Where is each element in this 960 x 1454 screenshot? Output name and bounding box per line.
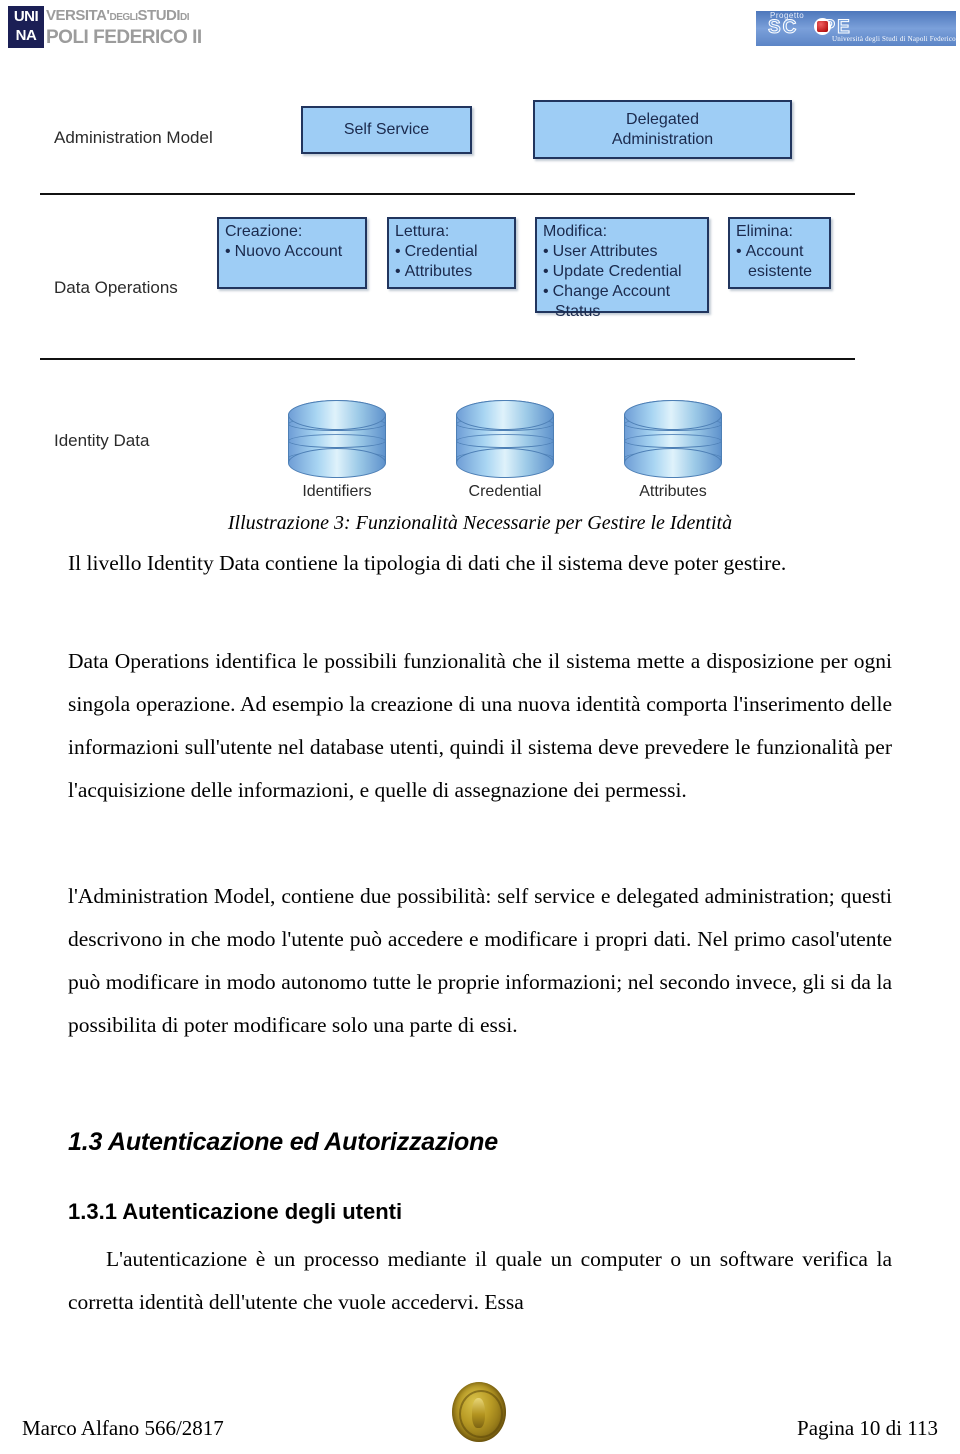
heading-section-1-3: 1.3 Autenticazione ed Autorizzazione [68, 1128, 498, 1156]
unina-logo-mark: UNI NA [8, 6, 44, 48]
diagram-divider-bottom [40, 358, 855, 360]
list-item: Nuovo Account [225, 242, 360, 262]
diagram-box-delegated-administration-label-line2: Administration [611, 130, 714, 148]
heading-subsection-1-3-1: 1.3.1 Autenticazione degli utenti [68, 1199, 403, 1224]
diagram-box-lettura-title: Lettura: [395, 223, 450, 240]
diagram-box-elimina-title: Elimina: [736, 223, 793, 240]
diagram-row-label-data-operations: Data Operations [54, 278, 178, 297]
list-item: Update Credential [543, 262, 702, 282]
unina-wordmark-line2: POLI FEDERICO II [46, 27, 202, 48]
diagram-row-label-administration-model: Administration Model [54, 128, 213, 147]
list-item: Credential [395, 242, 509, 262]
diagram-box-self-service-label: Self Service [343, 121, 430, 138]
diagram-divider-top [40, 193, 855, 195]
diagram-box-modifica-items: User Attributes Update Credential Change… [543, 242, 702, 322]
figure-caption: Illustrazione 3: Funzionalità Necessarie… [227, 512, 733, 534]
paragraph-data-operations: Data Operations identifica le possibili … [68, 649, 892, 802]
footer-author: Marco Alfano 566/2817 [22, 1416, 224, 1440]
footer-page-number: Pagina 10 di 113 [797, 1416, 938, 1440]
diagram-box-modifica: Modifica: User Attributes Update Credent… [535, 217, 709, 320]
scope-logo-subtitle: Università degli Studi di Napoli Federic… [832, 35, 956, 43]
unina-wordmark-line1: VERSITA'DEGLISTUDIDI [46, 6, 202, 27]
scope-red-dot-icon [814, 18, 831, 35]
unina-word-studi: STUDI [137, 7, 181, 24]
diagram-box-lettura: Lettura: Credential Attributes [387, 217, 516, 289]
list-item: Account [736, 242, 824, 262]
unina-mark-line2: NA [15, 27, 37, 44]
diagram-row-label-identity-data: Identity Data [54, 431, 150, 450]
unina-word-versita: VERSITA' [46, 7, 110, 24]
paragraph-administration-model: l'Administration Model, contiene due pos… [68, 884, 892, 1037]
list-item-continuation: esistente [748, 263, 813, 280]
diagram-box-elimina: Elimina: Account esistente [728, 217, 831, 289]
scope-word-left: SC [767, 17, 799, 39]
unina-mark-line1: UNI [13, 8, 39, 25]
page-header: UNI NA VERSITA'DEGLISTUDIDI POLI FEDERIC… [0, 0, 960, 62]
page-footer: Marco Alfano 566/2817 Pagina 10 di 113 [0, 1380, 960, 1454]
database-label-credential: Credential [468, 483, 542, 500]
diagram-box-lettura-items: Credential Attributes [395, 242, 509, 282]
unina-logo-wordmark: VERSITA'DEGLISTUDIDI POLI FEDERICO II [44, 6, 202, 48]
diagram-box-delegated-administration: Delegated Administration [533, 100, 792, 159]
database-label-attributes: Attributes [639, 483, 707, 500]
unina-word-di: DI [180, 12, 190, 23]
database-label-identifiers: Identifiers [302, 483, 372, 500]
database-cylinder-icon-attributes [624, 400, 722, 478]
diagram-box-modifica-title: Modifica: [543, 223, 608, 240]
diagram-box-creazione-title: Creazione: [225, 223, 303, 240]
list-item: Attributes [395, 262, 509, 282]
identity-management-diagram: Administration Model Self Service Delega… [0, 90, 960, 508]
unina-logo: UNI NA VERSITA'DEGLISTUDIDI POLI FEDERIC… [8, 6, 258, 48]
paragraph-autenticazione: L'autenticazione è un processo mediante … [68, 1247, 892, 1314]
database-cylinder-icon-credential [456, 400, 554, 478]
list-item: User Attributes [543, 242, 702, 262]
diagram-box-self-service: Self Service [301, 106, 472, 154]
scope-logo: Progetto SC OPE Università degli Studi d… [756, 11, 956, 46]
diagram-box-elimina-items: Account esistente [736, 242, 824, 282]
diagram-box-creazione: Creazione: Nuovo Account [217, 217, 367, 289]
university-seal-icon [452, 1382, 506, 1442]
database-cylinder-icon-identifiers [288, 400, 386, 478]
list-item: Change Account [543, 282, 702, 302]
diagram-box-delegated-administration-label-line1: Delegated [626, 110, 699, 128]
list-item-continuation: Status [555, 303, 601, 320]
diagram-box-creazione-items: Nuovo Account [225, 242, 360, 262]
unina-word-degli: DEGLI [109, 12, 138, 23]
paragraph-identity-data: Il livello Identity Data contiene la tip… [68, 551, 787, 575]
